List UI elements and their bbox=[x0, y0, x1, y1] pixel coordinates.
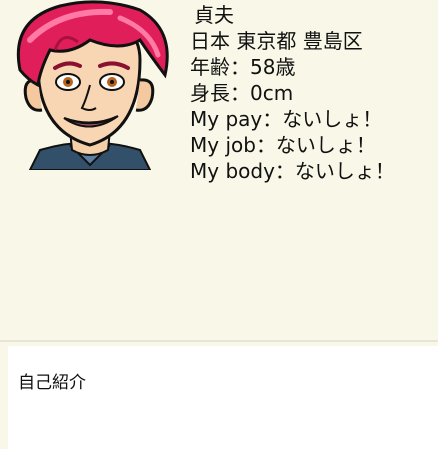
profile-height: 身長：0cm bbox=[190, 81, 294, 105]
profile-header: 貞夫 日本 東京都 豊島区 年齢：58歳 身長：0cm My pay：ないしょ！… bbox=[0, 0, 438, 340]
profile-name: 貞夫 bbox=[194, 3, 234, 27]
profile-age: 年齢：58歳 bbox=[190, 55, 296, 79]
profile-body: My body：ないしょ！ bbox=[190, 159, 395, 183]
profile-pay: My pay：ないしょ！ bbox=[190, 107, 383, 131]
self-intro-panel: 自己紹介 bbox=[8, 346, 438, 449]
profile-info: 貞夫 日本 東京都 豊島区 年齢：58歳 身長：0cm My pay：ないしょ！… bbox=[190, 2, 436, 184]
section-divider bbox=[0, 340, 438, 342]
self-intro-label: 自己紹介 bbox=[18, 373, 86, 393]
profile-location: 日本 東京都 豊島区 bbox=[190, 29, 363, 53]
avatar-illustration-icon bbox=[16, 0, 169, 170]
avatar[interactable] bbox=[0, 0, 178, 170]
profile-job: My job：ないしょ！ bbox=[190, 133, 376, 157]
